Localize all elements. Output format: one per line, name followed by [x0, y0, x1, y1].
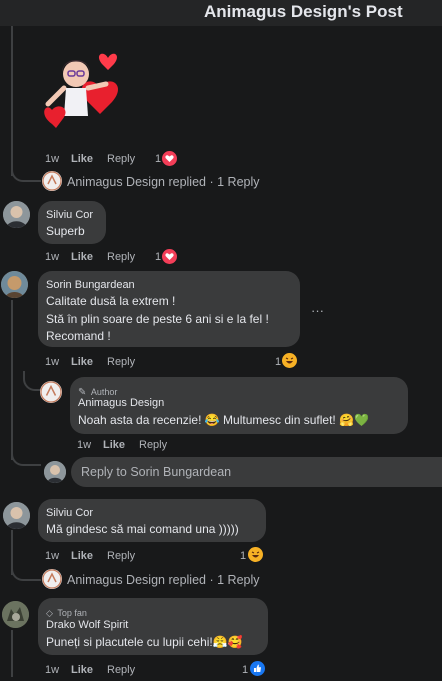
haha-reaction-icon[interactable]: [282, 353, 297, 368]
thread-line: [11, 630, 13, 677]
comment-text-line: Stă în plin soare de peste 6 ani si e la…: [46, 312, 269, 326]
post-header: Animagus Design's Post: [0, 0, 442, 26]
badge-label: Top fan: [57, 608, 87, 618]
comment-text-line: Calitate dusă la extrem !: [46, 294, 176, 308]
comment-author[interactable]: Silviu Cor: [46, 507, 93, 519]
avatar[interactable]: [42, 569, 62, 589]
avatar[interactable]: [42, 171, 62, 191]
avatar[interactable]: [3, 502, 30, 529]
timestamp: 1w: [45, 664, 60, 676]
view-replies-link[interactable]: Animagus Design replied · 1 Reply: [67, 573, 260, 587]
like-button[interactable]: Like: [71, 356, 93, 368]
reply-button[interactable]: Reply: [107, 251, 135, 263]
reply-button[interactable]: Reply: [107, 153, 135, 165]
haha-reaction-icon[interactable]: [248, 547, 263, 562]
love-sticker: [42, 44, 142, 140]
comment-text-line: Recomand !: [46, 329, 111, 343]
comment-bubble: Silviu Cor Mă gindesc să mai comand una …: [38, 499, 266, 542]
replier-name: Animagus Design: [67, 573, 165, 587]
like-reaction-icon[interactable]: [250, 661, 265, 676]
avatar[interactable]: [1, 271, 28, 298]
comment-author[interactable]: Animagus Design: [78, 397, 164, 409]
timestamp: 1w: [77, 439, 92, 451]
thread-connector: [23, 371, 41, 391]
separator: ·: [209, 573, 214, 587]
comment-text: Noah asta da recenzie! 😂 Multumesc din s…: [78, 413, 369, 427]
comment-text: Puneți si placutele cu lupii cehi!😤🥰: [46, 635, 243, 649]
timestamp: 1w: [45, 356, 60, 368]
current-user-avatar: [44, 461, 66, 483]
comment-author[interactable]: Drako Wolf Spirit: [46, 619, 128, 631]
reply-button[interactable]: Reply: [107, 550, 135, 562]
replied-text: replied: [168, 573, 206, 587]
thread-line: [11, 26, 13, 176]
reply-count: 1 Reply: [217, 573, 260, 587]
avatar[interactable]: [3, 201, 30, 228]
thread-line: [11, 300, 13, 460]
avatar[interactable]: [40, 381, 62, 403]
reply-button[interactable]: Reply: [107, 356, 135, 368]
more-options-icon[interactable]: ···: [311, 303, 324, 318]
thread-connector: [11, 452, 41, 466]
reply-button[interactable]: Reply: [107, 664, 135, 676]
diamond-icon: ◇: [46, 608, 53, 618]
comment-bubble: Silviu Cor Superb: [38, 201, 106, 244]
comment-author[interactable]: Silviu Cor: [46, 209, 93, 221]
comment-bubble: ◇ Top fan Drako Wolf Spirit Puneți si pl…: [38, 598, 268, 655]
comment-text: Superb: [46, 224, 85, 238]
thread-connector: [11, 567, 41, 581]
replied-text: replied: [168, 175, 206, 189]
reply-input-placeholder: Reply to Sorin Bungardean: [81, 465, 232, 479]
timestamp: 1w: [45, 251, 60, 263]
avatar[interactable]: [2, 601, 29, 628]
badge-label: Author: [90, 387, 118, 397]
reaction-count: 1: [275, 356, 282, 368]
thread-connector: [11, 168, 41, 182]
separator: ·: [209, 175, 214, 189]
reaction-count: 1: [155, 251, 162, 263]
comment-bubble: ✎ Author Animagus Design Noah asta da re…: [70, 377, 408, 434]
timestamp: 1w: [45, 550, 60, 562]
reply-input[interactable]: Reply to Sorin Bungardean: [71, 457, 442, 487]
reaction-count: 1: [240, 550, 247, 562]
comment-text: Mă gindesc să mai comand una ))))): [46, 522, 239, 536]
like-button[interactable]: Like: [71, 550, 93, 562]
reaction-count: 1: [242, 664, 249, 676]
like-button[interactable]: Like: [71, 251, 93, 263]
comment-author[interactable]: Sorin Bungardean: [46, 279, 135, 291]
reply-button[interactable]: Reply: [139, 439, 167, 451]
like-button[interactable]: Like: [71, 153, 93, 165]
reaction-count: 1: [155, 153, 162, 165]
comment-bubble: Sorin Bungardean Calitate dusă la extrem…: [38, 271, 300, 347]
like-button[interactable]: Like: [71, 664, 93, 676]
love-reaction-icon[interactable]: [162, 151, 177, 166]
timestamp: 1w: [45, 153, 60, 165]
replier-name: Animagus Design: [67, 175, 165, 189]
like-button[interactable]: Like: [103, 439, 125, 451]
post-title: Animagus Design's Post: [204, 2, 403, 21]
reply-count: 1 Reply: [217, 175, 260, 189]
view-replies-link[interactable]: Animagus Design replied · 1 Reply: [67, 175, 260, 189]
love-reaction-icon[interactable]: [162, 249, 177, 264]
